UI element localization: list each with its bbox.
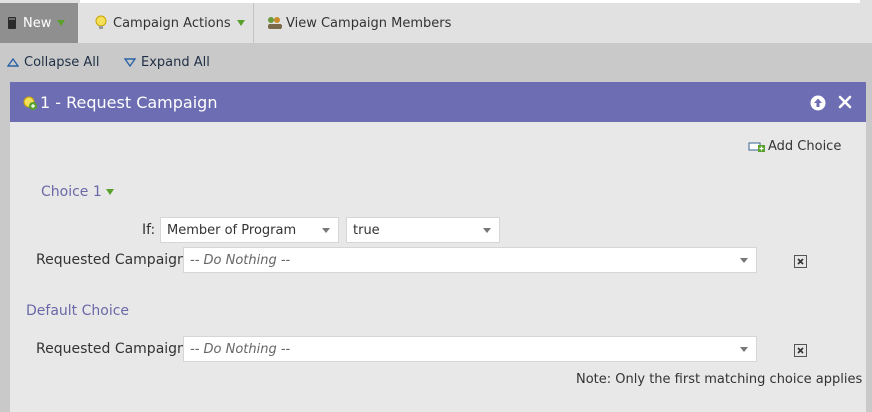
delete-x-icon — [797, 347, 804, 354]
expand-all-label: Expand All — [141, 55, 210, 70]
note-text: Note: Only the first matching choice app… — [576, 372, 863, 387]
flow-step-panel: 1 - Request Campaign Add Choice Choice 1… — [10, 82, 866, 412]
choice-1-toggle[interactable]: Choice 1 — [41, 184, 114, 200]
requested-campaign-value: -- Do Nothing -- — [190, 252, 291, 268]
view-campaign-members-label: View Campaign Members — [286, 15, 452, 31]
condition-value: Member of Program — [167, 222, 297, 238]
if-label: If: — [142, 222, 156, 238]
panel-header: 1 - Request Campaign — [10, 82, 866, 122]
lightbulb-icon — [95, 15, 107, 29]
campaign-actions-button[interactable]: Campaign Actions — [94, 3, 245, 43]
delete-choice-button[interactable] — [794, 255, 807, 268]
campaign-bulb-icon — [23, 96, 37, 110]
collapse-all-button[interactable]: Collapse All — [7, 55, 100, 70]
requested-campaign-label: Requested Campaign: — [36, 252, 191, 268]
delete-default-choice-button[interactable] — [794, 344, 807, 357]
chevron-down-icon — [483, 228, 491, 233]
add-choice-icon — [748, 142, 765, 152]
new-button-label: New — [23, 15, 52, 31]
add-choice-label: Add Choice — [768, 139, 842, 154]
members-icon — [268, 17, 282, 29]
value-select-value: true — [353, 222, 380, 238]
chevron-down-icon — [105, 189, 114, 195]
collapse-triangle-icon — [7, 58, 19, 67]
default-requested-campaign-label: Requested Campaign: — [36, 341, 191, 357]
default-requested-campaign-value: -- Do Nothing -- — [190, 341, 291, 357]
expand-triangle-icon — [124, 58, 136, 67]
new-button[interactable]: New — [0, 3, 78, 43]
chevron-down-icon — [740, 258, 748, 263]
condition-select[interactable]: Member of Program — [160, 217, 339, 243]
toolbar: New Campaign Actions View Campaign Membe… — [0, 0, 872, 43]
panel-title: 1 - Request Campaign — [40, 93, 218, 112]
delete-x-icon — [797, 258, 804, 265]
default-requested-campaign-select[interactable]: -- Do Nothing -- — [183, 336, 757, 362]
toolbar-divider — [253, 3, 254, 43]
expand-all-button[interactable]: Expand All — [124, 55, 210, 70]
chevron-down-icon — [57, 20, 66, 26]
value-select[interactable]: true — [346, 217, 500, 243]
chevron-down-icon — [740, 347, 748, 352]
default-choice-label: Default Choice — [26, 303, 130, 319]
add-choice-button[interactable]: Add Choice — [748, 139, 841, 154]
chevron-down-icon — [236, 20, 245, 26]
view-campaign-members-button[interactable]: View Campaign Members — [266, 3, 451, 43]
close-icon[interactable] — [838, 95, 852, 109]
subbar: Collapse All Expand All — [0, 43, 872, 81]
requested-campaign-select[interactable]: -- Do Nothing -- — [183, 247, 757, 273]
move-up-icon[interactable] — [810, 95, 826, 111]
new-document-icon — [8, 17, 16, 29]
campaign-actions-label: Campaign Actions — [113, 15, 231, 31]
collapse-all-label: Collapse All — [24, 55, 100, 70]
choice-1-label: Choice 1 — [41, 184, 102, 200]
chevron-down-icon — [322, 228, 330, 233]
